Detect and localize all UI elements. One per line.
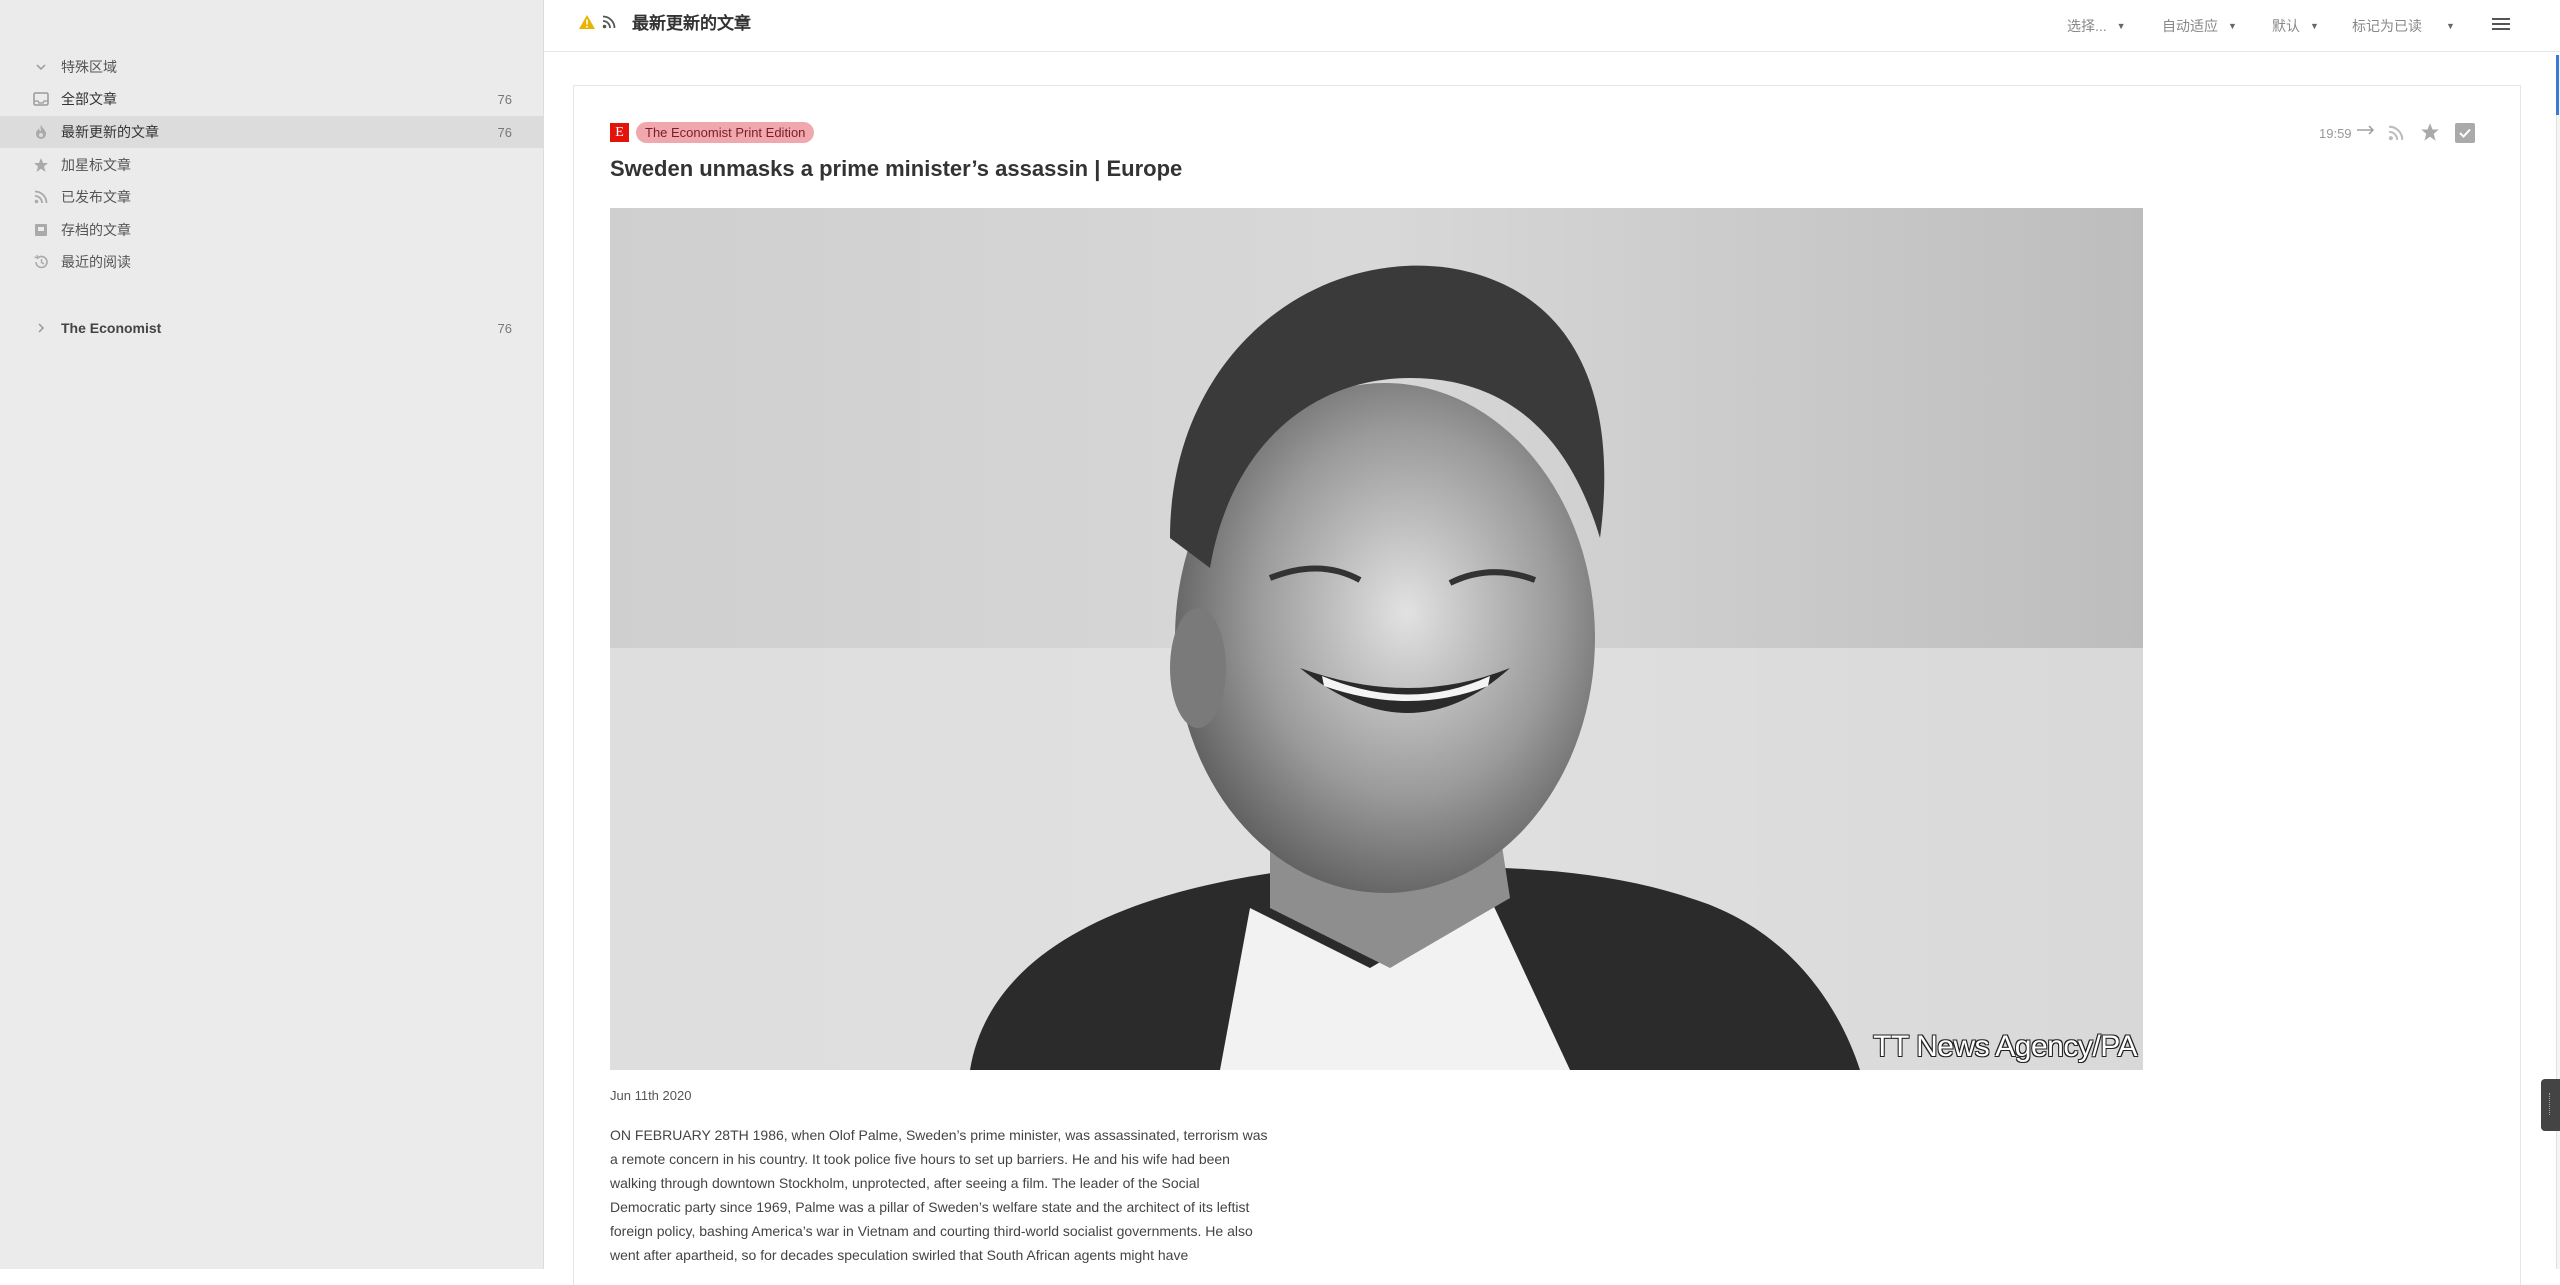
portrait-photo-placeholder [610,208,2143,1070]
hamburger-menu-icon[interactable] [2492,17,2510,36]
sidebar-item-label: 已发布文章 [61,189,131,205]
sidebar-item-label: 全部文章 [61,91,117,107]
archive-icon [32,222,50,238]
special-section-toggle[interactable]: 特殊区域 [0,51,543,83]
rss-icon [32,189,50,205]
sidebar-item-published[interactable]: 已发布文章 [0,181,543,213]
caret-down-icon: ▼ [2310,21,2319,31]
mark-as-read-label: 标记为已读 [2352,18,2422,34]
chevron-down-icon [32,59,50,75]
feed-count: 76 [497,321,512,336]
feed-favicon: E [610,123,629,142]
article-card: E The Economist Print Edition 19:59 Swed… [573,85,2521,1285]
sidebar-item-fresh-articles[interactable]: 最新更新的文章 76 [0,116,543,148]
publish-rss-icon[interactable] [2388,125,2404,146]
adaptive-view-label: 自动适应 [2162,18,2218,34]
adaptive-view-dropdown[interactable]: 自动适应 ▼ [2162,16,2237,36]
sidebar-item-starred[interactable]: 加星标文章 [0,149,543,181]
mark-as-read-button[interactable]: 标记为已读 ▼ [2352,16,2455,36]
sidebar: 特殊区域 全部文章 76 最新更新的文章 76 加星标文章 已发布文章 存档的文… [0,0,544,1269]
sidebar-item-label: 最新更新的文章 [61,124,159,140]
open-link-arrow-icon[interactable] [2356,123,2376,142]
feed-source-tag[interactable]: The Economist Print Edition [636,122,815,143]
article-title[interactable]: Sweden unmasks a prime minister’s assass… [610,156,1182,182]
feed-label: The Economist [61,320,162,336]
feed-item-the-economist[interactable]: The Economist 76 [0,312,543,344]
star-icon[interactable] [2420,122,2440,147]
sidebar-item-label: 存档的文章 [61,222,131,238]
chevron-right-icon [32,320,50,336]
sidebar-item-recently-read[interactable]: 最近的阅读 [0,246,543,278]
sidebar-item-archived[interactable]: 存档的文章 [0,214,543,246]
rss-icon[interactable] [602,15,616,34]
page-title: 最新更新的文章 [632,14,751,33]
sort-order-dropdown[interactable]: 默认 ▼ [2272,16,2319,36]
article-photo: TT News Agency/PA [610,208,2143,1070]
sidebar-item-label: 加星标文章 [61,157,131,173]
article-list-header: 最新更新的文章 选择... ▼ 自动适应 ▼ 默认 ▼ 标记为已读 ▼ [544,0,2560,52]
special-section-label: 特殊区域 [61,59,117,75]
article-date: Jun 11th 2020 [610,1088,692,1103]
sidebar-item-all-articles[interactable]: 全部文章 76 [0,83,543,115]
select-dropdown[interactable]: 选择... ▼ [2067,16,2126,36]
caret-down-icon: ▼ [2446,21,2455,31]
photo-credit: TT News Agency/PA [1873,1030,2137,1063]
history-icon [32,254,50,270]
sidebar-item-count: 76 [497,125,512,140]
side-panel-handle[interactable] [2541,1079,2560,1131]
star-icon [32,157,50,173]
select-dropdown-label: 选择... [2067,18,2107,34]
sidebar-item-count: 76 [497,92,512,107]
scrollbar-thumb[interactable] [2556,55,2559,115]
article-time: 19:59 [2319,126,2352,141]
caret-down-icon: ▼ [2116,21,2126,31]
sort-order-label: 默认 [2272,18,2300,34]
mark-read-checkbox-icon[interactable] [2455,123,2475,148]
sidebar-item-label: 最近的阅读 [61,254,131,270]
article-body: ON FEBRUARY 28TH 1986, when Olof Palme, … [610,1127,1268,1263]
fire-icon [32,124,50,140]
inbox-icon [32,91,50,107]
warning-icon[interactable] [578,14,596,35]
caret-down-icon: ▼ [2228,21,2237,31]
